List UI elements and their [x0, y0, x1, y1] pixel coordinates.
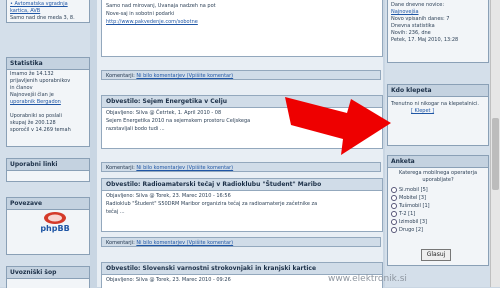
phpbb-text: phpBB [40, 224, 69, 233]
radio-icon[interactable] [391, 226, 397, 233]
comment-label: Komentarji: [106, 165, 137, 171]
article-top-link[interactable]: http://www.pakvedenje.com/sobotne [106, 19, 198, 25]
stats-line: skupaj že 200.128 [10, 120, 56, 126]
comment-bar: Komentarji: Ni bilo komentarjev (Vpišite… [101, 70, 381, 80]
chat-link[interactable]: [ Klepet ] [411, 108, 434, 114]
poll-option[interactable]: Drugo [2] [391, 226, 485, 234]
watermark: www.elektronik.si [328, 274, 407, 284]
povezave-title: Povezave [7, 198, 89, 210]
right-top-line: Novo vpisanih danes: 7 [391, 16, 450, 22]
links-title: Uporabni linki [7, 159, 89, 171]
radio-icon[interactable] [391, 194, 397, 201]
article-top-line: Samo nad mirovanj, Uvanaja nadzeh na pot [106, 3, 216, 9]
shop-box: Uvozniški šop [6, 266, 90, 288]
stats-line: Imamo že 14.132 [10, 71, 54, 77]
poll-option[interactable]: Izimobil [3] [391, 218, 485, 226]
article-top-line: Nove-saj in sobotni podarki [106, 11, 175, 17]
stats-title: Statistika [7, 58, 89, 70]
article-meta: Objavljeno: Silva @ Četrtek, 1. April 20… [106, 110, 222, 116]
radio-icon[interactable] [391, 218, 397, 225]
red-arrow-icon [285, 97, 391, 155]
chat-text: Trenutno ni nikogar na klepetalnici. [391, 101, 479, 107]
left-top-meta: Samo nad dne meda 3, 8. [10, 15, 75, 21]
scrollbar-thumb[interactable] [492, 118, 499, 190]
article-meta: Objavljeno: Silva @ Torek, 23. Marec 201… [106, 277, 231, 283]
right-top-line: Dnevna statistika [391, 23, 435, 29]
left-top-link2[interactable]: kartica, AVB [10, 8, 40, 14]
poll-question: Katerega mobilnega operaterja uporabljat… [398, 170, 478, 183]
comment-label: Komentarji: [106, 73, 137, 79]
poll-title: Anketa [388, 156, 488, 168]
article-text: Sejem Energetika 2010 na sejemskem prost… [106, 118, 251, 124]
phpbb-logo[interactable]: phpBB [38, 210, 72, 234]
article-text: tečaj ... [106, 209, 125, 215]
stats-line: Najnovejši član je [10, 92, 54, 98]
article-meta: Objavljeno: Silva @ Torek, 23. Marec 201… [106, 193, 231, 199]
left-top-link[interactable]: • Avtomatska vgradnja [10, 1, 68, 7]
stats-line: prijavljenih uporabnikov [10, 78, 71, 84]
right-top-link[interactable]: Najnovejša [391, 9, 419, 15]
right-top-line: Dane dnevne novice: [391, 2, 445, 8]
comment-bar: Komentarji: Ni bilo komentarjev (Vpišite… [101, 237, 381, 247]
shop-title: Uvozniški šop [7, 267, 89, 279]
stats-box: Statistika Imamo že 14.132 prijavljenih … [6, 57, 90, 147]
poll-option[interactable]: Si.mobil [5] [391, 186, 485, 194]
vote-button[interactable]: Glasuj [421, 249, 451, 261]
poll-option[interactable]: Mobitel [3] [391, 194, 485, 202]
radio-icon[interactable] [391, 186, 397, 193]
radio-icon[interactable] [391, 210, 397, 217]
article-text: razstavljali bodo tudi ... [106, 126, 165, 132]
article-text: Radioklub "Študent" S50DRM Maribor organ… [106, 201, 318, 207]
newest-member-link[interactable]: uporabnik Bergadon [10, 99, 61, 105]
left-top-box: • Avtomatska vgradnja kartica, AVB Samo … [6, 0, 90, 23]
radio-icon[interactable] [391, 202, 397, 209]
stats-line: in članov [10, 85, 33, 91]
chat-title: Kdo klepeta [388, 85, 488, 97]
comment-label: Komentarji: [106, 240, 137, 246]
article-top: Samo nad mirovanj, Uvanaja nadzeh na pot… [101, 0, 383, 57]
poll-option[interactable]: Tušmobil [1] [391, 202, 485, 210]
right-top-line: Novih: 236, dne [391, 30, 431, 36]
article-radioamaterski: Obvestilo: Radioamaterski tečaj v Radiok… [101, 178, 383, 232]
comment-link[interactable]: Ni bilo komentarjev (Vpišite komentar) [136, 165, 233, 171]
links-box: Uporabni linki [6, 158, 90, 182]
stats-line: sporočil v 14.269 temah [10, 127, 71, 133]
stats-line: Uporabniki so poslali [10, 113, 62, 119]
poll-option[interactable]: T-2 [1] [391, 210, 485, 218]
right-top-line: Petek, 17. Maj 2010, 13:28 [391, 37, 459, 43]
chat-box: Kdo klepeta Trenutno ni nikogar na klepe… [387, 84, 489, 146]
right-top-box: Dane dnevne novice: Najnovejša Novo vpis… [387, 0, 489, 63]
comment-link[interactable]: Ni bilo komentarjev (Vpišite komentar) [136, 73, 233, 79]
article-title[interactable]: Obvestilo: Radioamaterski tečaj v Radiok… [102, 179, 382, 191]
comment-link[interactable]: Ni bilo komentarjev (Vpišite komentar) [136, 240, 233, 246]
scrollbar[interactable] [490, 0, 500, 287]
